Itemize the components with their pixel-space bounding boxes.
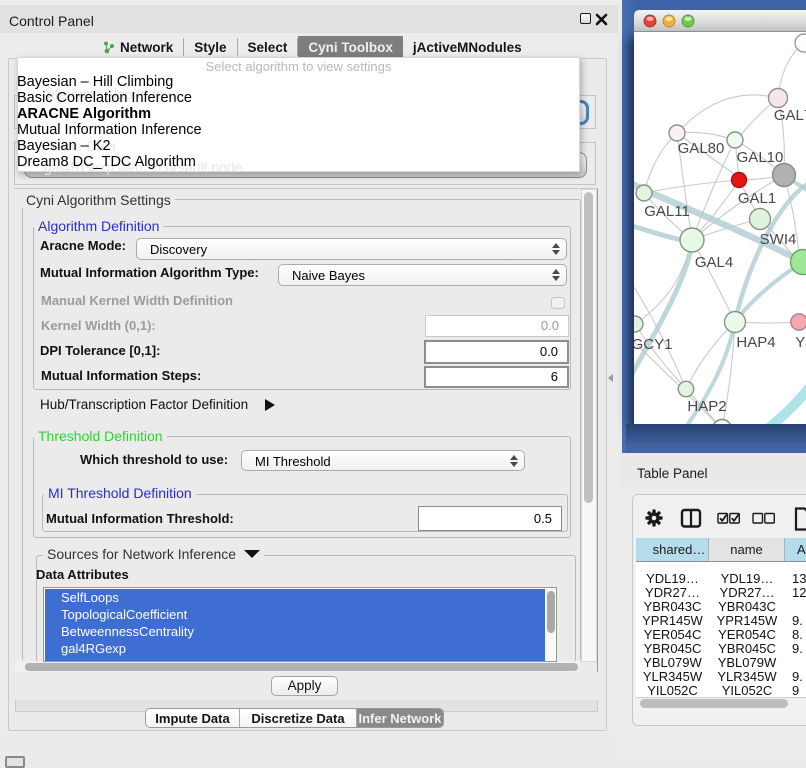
svg-text:GAL80: GAL80 (678, 140, 725, 157)
svg-text:GCY1: GCY1 (634, 336, 672, 353)
svg-text:GAL1: GAL1 (738, 190, 776, 207)
svg-text:GAL11: GAL11 (644, 203, 690, 220)
svg-text:YJ: YJ (795, 334, 806, 351)
svg-text:SWI4: SWI4 (760, 231, 797, 248)
svg-text:GAL7: GAL7 (774, 107, 806, 124)
svg-text:HAP2: HAP2 (687, 398, 726, 415)
svg-text:HAP4: HAP4 (736, 334, 775, 351)
svg-text:GAL4: GAL4 (695, 254, 733, 271)
svg-text:GAL10: GAL10 (737, 149, 784, 166)
